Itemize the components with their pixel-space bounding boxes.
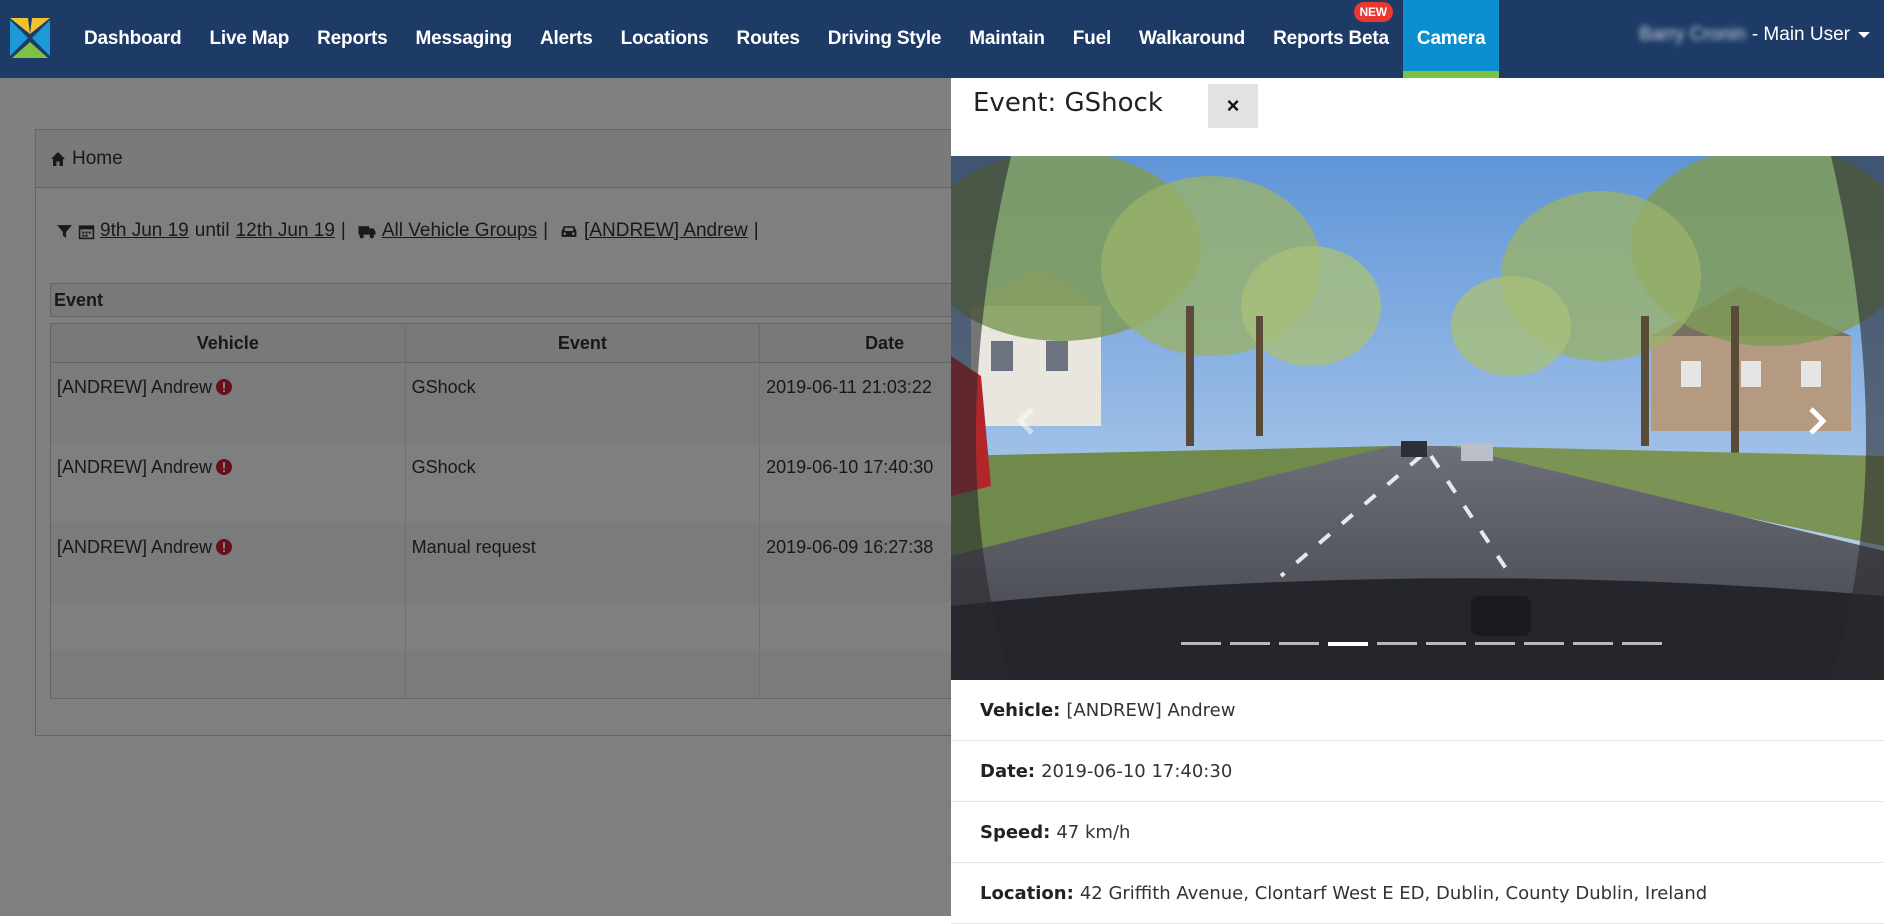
nav-label: Messaging (415, 28, 513, 49)
carousel-indicator[interactable] (1230, 642, 1270, 645)
detail-date: Date: 2019-06-10 17:40:30 (951, 741, 1884, 802)
nav-label: Dashboard (84, 28, 182, 49)
panel-title: Event: GShock (973, 88, 1163, 118)
user-role: - Main User (1751, 24, 1850, 45)
top-navbar: Dashboard Live Map Reports Messaging Ale… (0, 0, 1884, 78)
nav-item-reports[interactable]: Reports (303, 0, 401, 78)
user-name: Barry Cronin (1639, 24, 1746, 45)
nav-item-messaging[interactable]: Messaging (402, 0, 526, 78)
chevron-left-icon (1016, 407, 1034, 435)
nav-label: Fuel (1072, 28, 1112, 49)
nav-label: Alerts (539, 28, 593, 49)
nav-label: Maintain (969, 28, 1045, 49)
nav-label: Driving Style (827, 28, 942, 49)
close-icon: × (1226, 93, 1240, 118)
nav-item-fuel[interactable]: Fuel (1059, 0, 1125, 78)
nav-item-maintain[interactable]: Maintain (955, 0, 1058, 78)
detail-vehicle: Vehicle: [ANDREW] Andrew (951, 680, 1884, 741)
carousel-indicator[interactable] (1524, 642, 1564, 645)
carousel-indicator[interactable] (1328, 642, 1368, 646)
nav-item-driving-style[interactable]: Driving Style (814, 0, 956, 78)
detail-value: 42 Griffith Avenue, Clontarf West E ED, … (1079, 882, 1708, 904)
carousel-indicator[interactable] (1573, 642, 1613, 645)
nav-label: Locations (620, 28, 709, 49)
detail-value: 2019-06-10 17:40:30 (1041, 760, 1233, 782)
app-logo-icon[interactable] (8, 16, 52, 60)
carousel-prev-button[interactable] (1011, 401, 1041, 441)
nav-item-locations[interactable]: Locations (607, 0, 723, 78)
chevron-right-icon (1809, 407, 1827, 435)
detail-label: Speed: (980, 821, 1051, 843)
new-badge: NEW (1353, 2, 1393, 22)
chevron-down-icon (1858, 32, 1870, 38)
event-detail-panel: Event: GShock × Vehicle: [ANDREW] Andrew… (951, 78, 1884, 924)
detail-label: Vehicle: (980, 699, 1061, 721)
detail-speed: Speed: 47 km/h (951, 802, 1884, 863)
carousel-indicators (1181, 642, 1662, 646)
detail-label: Location: (980, 882, 1074, 904)
nav-item-routes[interactable]: Routes (723, 0, 814, 78)
nav-item-live-map[interactable]: Live Map (195, 0, 303, 78)
carousel-indicator[interactable] (1475, 642, 1515, 645)
nav-label: Walkaround (1139, 28, 1246, 49)
carousel-indicator[interactable] (1181, 642, 1221, 645)
nav-item-camera[interactable]: Camera (1402, 0, 1500, 78)
nav-item-dashboard[interactable]: Dashboard (70, 0, 195, 78)
carousel-next-button[interactable] (1802, 401, 1832, 441)
nav-label: Reports Beta (1273, 28, 1389, 49)
close-button[interactable]: × (1208, 84, 1258, 128)
image-carousel[interactable] (951, 156, 1884, 680)
modal-backdrop[interactable] (0, 78, 951, 916)
carousel-indicator[interactable] (1622, 642, 1662, 645)
nav-label: Routes (736, 28, 800, 49)
dashcam-image (951, 156, 1884, 680)
carousel-indicator[interactable] (1377, 642, 1417, 645)
nav-label: Live Map (209, 28, 290, 49)
detail-location: Location: 42 Griffith Avenue, Clontarf W… (951, 863, 1884, 924)
detail-value: [ANDREW] Andrew (1066, 699, 1236, 721)
nav-item-walkaround[interactable]: Walkaround (1125, 0, 1259, 78)
carousel-indicator[interactable] (1426, 642, 1466, 645)
nav-label: Camera (1416, 28, 1486, 49)
user-menu[interactable]: Barry Cronin - Main User (1639, 0, 1870, 70)
nav-item-alerts[interactable]: Alerts (526, 0, 607, 78)
nav-item-reports-beta[interactable]: Reports Beta NEW (1259, 0, 1403, 78)
carousel-indicator[interactable] (1279, 642, 1319, 645)
detail-value: 47 km/h (1056, 821, 1131, 843)
nav-label: Reports (317, 28, 388, 49)
detail-label: Date: (980, 760, 1036, 782)
